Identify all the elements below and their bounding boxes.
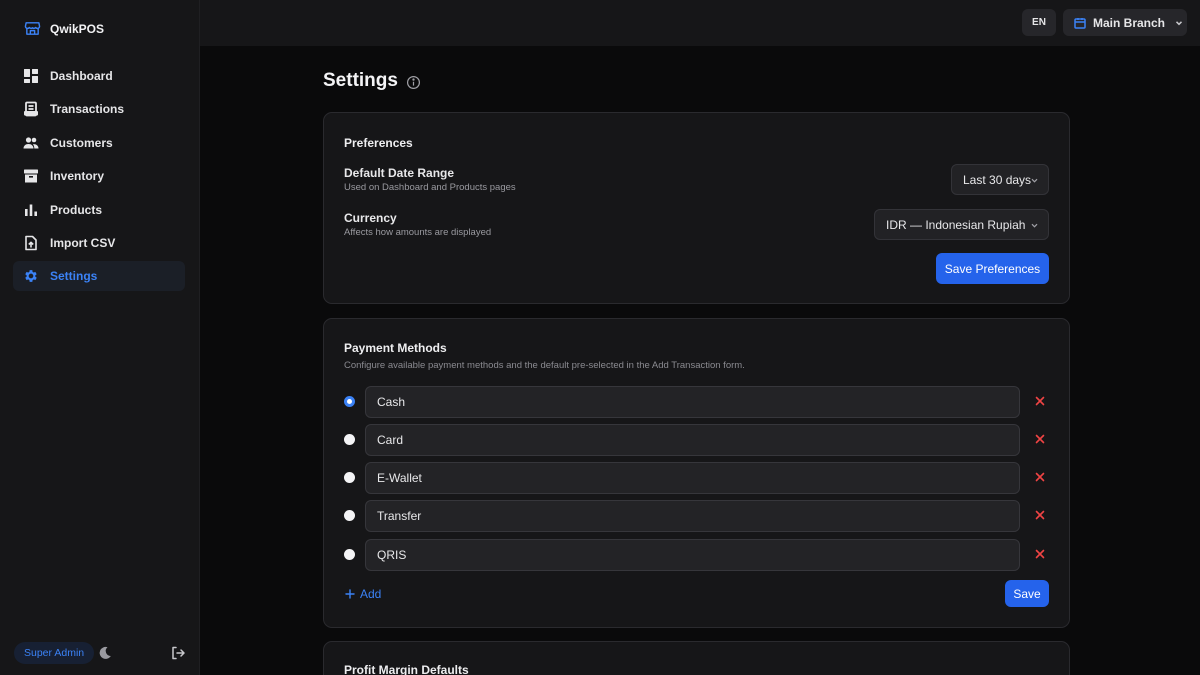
close-icon[interactable] [1035,434,1045,444]
receipt-icon [24,101,38,117]
moon-icon[interactable] [97,645,113,661]
profit-margin-card: Profit Margin Defaults [323,641,1070,675]
sidebar-item-label: Inventory [50,169,105,184]
close-icon[interactable] [1035,510,1045,520]
payment-method-input[interactable]: Transfer [365,500,1020,532]
add-payment-method-button[interactable]: Add [345,587,381,601]
sidebar-item-import-csv[interactable]: Import CSV [13,228,185,258]
sidebar-item-label: Dashboard [50,69,113,83]
sidebar-item-label: Transactions [50,102,125,117]
chevron-down-icon [1031,223,1038,228]
gear-icon [25,270,37,283]
payment-methods-description: Configure available payment methods and … [344,360,745,371]
payment-method-row: Card [344,424,1049,456]
payment-method-input[interactable]: Cash [365,386,1020,418]
branch-selector[interactable]: Main Branch [1063,9,1187,36]
preferences-card: Preferences Default Date Range Used on D… [323,112,1070,304]
sidebar-item-label: Customers [50,135,113,150]
close-icon[interactable] [1035,472,1045,482]
preferences-title: Preferences [344,136,413,150]
dashboard-icon [24,69,38,83]
chevron-down-icon [1031,178,1038,183]
currency-label: Currency [344,211,397,225]
sidebar-item-dashboard[interactable]: Dashboard [13,61,185,91]
logout-icon[interactable] [170,645,186,661]
sidebar-item-settings[interactable]: Settings [13,261,185,292]
page-title: Settings [323,70,421,92]
branch-label: Main Branch [1093,15,1166,30]
close-icon[interactable] [1035,549,1045,559]
default-radio[interactable] [344,510,355,521]
default-radio[interactable] [344,434,355,445]
currency-description: Affects how amounts are displayed [344,227,492,238]
currency-value: IDR — Indonesian Rupiah [886,217,1026,232]
sidebar-nav: Dashboard Transactions Customers Invento… [13,61,185,295]
payment-method-input[interactable]: Card [365,424,1020,456]
payment-method-input[interactable]: QRIS [365,539,1020,571]
profit-margin-title: Profit Margin Defaults [344,663,469,675]
language-button[interactable]: EN [1022,9,1056,36]
app-name: QwikPOS [50,21,105,36]
sidebar-item-label: Products [50,202,103,217]
brand[interactable]: QwikPOS [24,20,104,37]
bar-chart-icon [25,204,37,216]
sidebar-item-customers[interactable]: Customers [13,128,185,158]
store-icon [24,22,41,35]
users-icon [23,137,39,149]
payment-method-row: Cash [344,386,1049,418]
file-upload-icon [25,235,37,251]
payment-method-input[interactable]: E-Wallet [365,462,1020,494]
payment-method-row: QRIS [344,539,1049,571]
add-label: Add [360,587,382,601]
default-radio[interactable] [344,396,355,407]
payment-methods-title: Payment Methods [344,341,447,355]
date-range-select[interactable]: Last 30 days [951,164,1049,195]
calendar-icon [1074,17,1086,29]
date-range-description: Used on Dashboard and Products pages [344,182,516,193]
role-badge: Super Admin [14,642,95,664]
payment-method-row: Transfer [344,500,1049,532]
sidebar-footer: Super Admin [14,642,186,664]
info-icon[interactable] [406,75,421,90]
default-radio[interactable] [344,472,355,483]
page-title-text: Settings [323,70,398,91]
sidebar-item-inventory[interactable]: Inventory [13,161,185,191]
sidebar: QwikPOS Dashboard Transactions Customers… [0,0,200,675]
plus-icon [345,589,355,599]
save-preferences-button[interactable]: Save Preferences [936,253,1049,284]
date-range-label: Default Date Range [344,166,455,180]
payment-methods-card: Payment Methods Configure available paym… [323,318,1070,628]
chevron-down-icon [1175,20,1183,25]
save-payment-methods-button[interactable]: Save [1005,580,1049,607]
sidebar-item-products[interactable]: Products [13,195,185,225]
payment-method-row: E-Wallet [344,462,1049,494]
date-range-value: Last 30 days [963,172,1032,187]
default-radio[interactable] [344,549,355,560]
close-icon[interactable] [1035,396,1045,406]
archive-icon [24,169,38,183]
topbar: EN Main Branch [200,0,1200,46]
sidebar-item-label: Import CSV [50,235,116,250]
sidebar-item-label: Settings [50,269,98,284]
currency-select[interactable]: IDR — Indonesian Rupiah [874,209,1049,240]
sidebar-item-transactions[interactable]: Transactions [13,94,185,124]
